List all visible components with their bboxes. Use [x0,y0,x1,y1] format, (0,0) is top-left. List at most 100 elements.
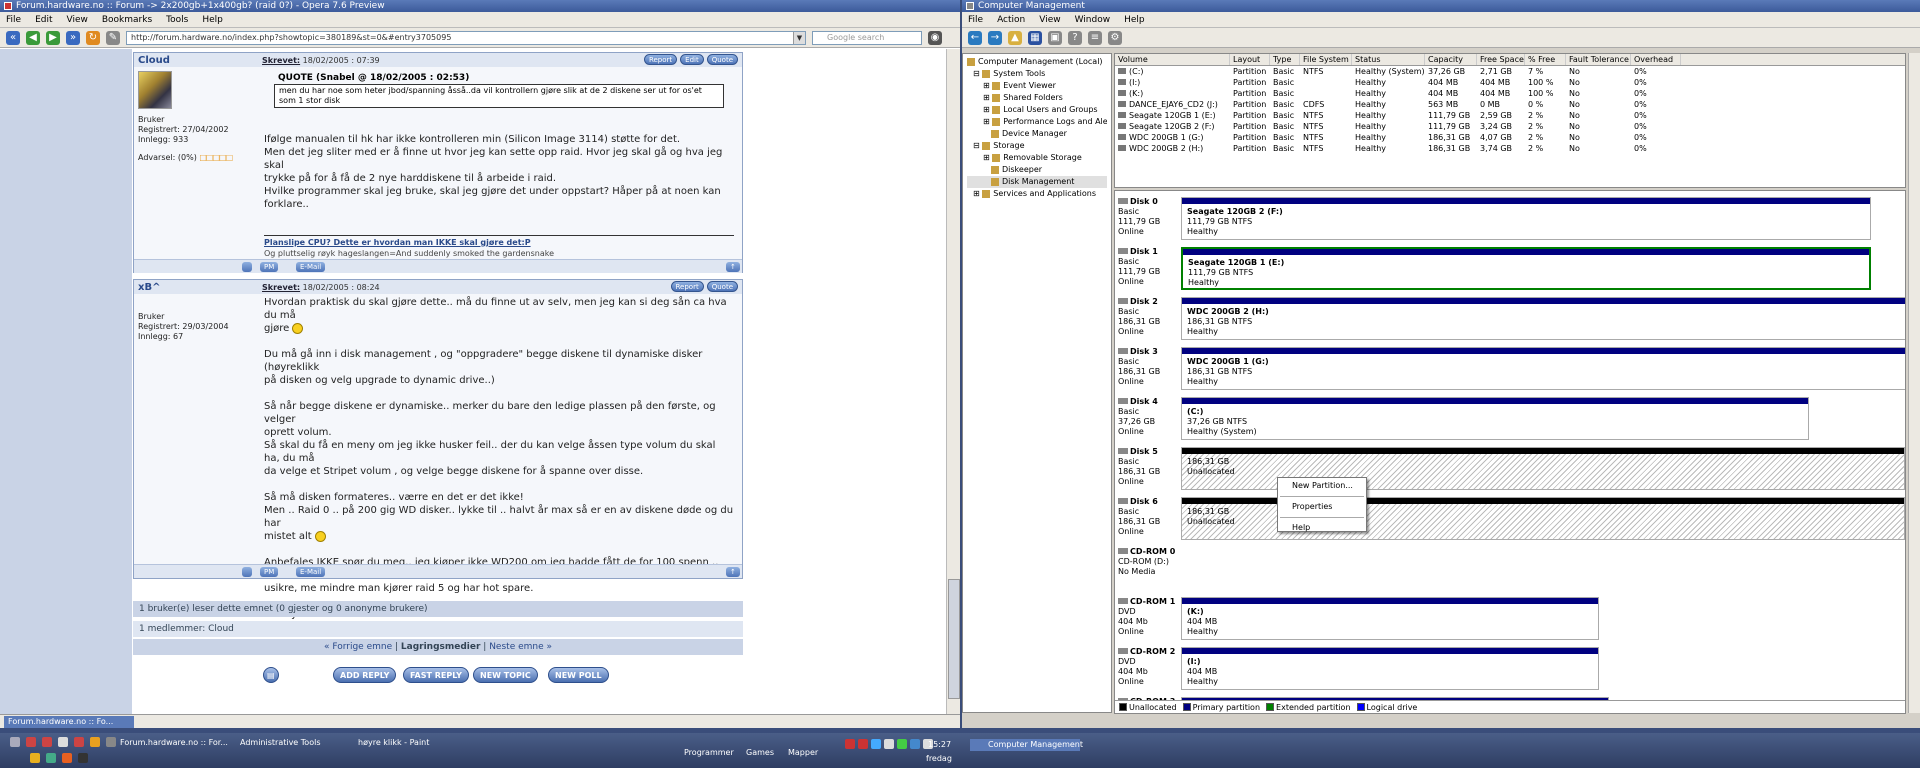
volume-row[interactable]: (C:) Partition Basic NTFS Healthy (System) 37… [1115,66,1905,77]
edit-icon[interactable]: ✎ [106,30,120,45]
disk-label[interactable]: CD-ROM 0 CD-ROM (D:) No Media [1118,547,1180,577]
disk-row[interactable]: Disk 2 Basic 186,31 GB Online WDC 200GB 2 (H… [1115,295,1905,345]
pm-button[interactable]: PM [260,262,279,272]
col-pct-free[interactable]: % Free [1525,54,1566,65]
disk-label[interactable]: Disk 5 Basic 186,31 GB Online [1118,447,1180,487]
quicklaunch-icon[interactable] [90,737,100,747]
tray-icon[interactable] [858,739,868,749]
opera-tab[interactable]: Forum.hardware.no :: Fo... [4,716,134,728]
disk-row[interactable]: CD-ROM 1 DVD 404 Mb Online (K:) 404 MB Healthy [1115,595,1905,645]
menu-tools[interactable]: Tools [166,15,188,25]
profile-icon[interactable] [242,262,253,272]
email-button[interactable]: E-Mail [296,567,326,577]
top-arrow-icon[interactable]: ↑ [726,262,740,272]
report-button[interactable]: Report [670,281,704,292]
tree-shared-folders[interactable]: ⊞ Shared Folders [967,92,1107,104]
disk-label[interactable]: Disk 4 Basic 37,26 GB Online [1118,397,1180,437]
quote-button[interactable]: Quote [706,281,738,292]
quicklaunch-icon[interactable] [74,737,84,747]
disk-row[interactable]: Disk 3 Basic 186,31 GB Online WDC 200GB 1 (G… [1115,345,1905,395]
taskbar-games[interactable]: Games [746,747,774,759]
fast-forward-icon[interactable]: » [66,30,80,45]
tree-storage[interactable]: ⊟ Storage [967,140,1107,152]
search-input[interactable]: Google search [812,30,922,45]
col-overhead[interactable]: Overhead [1631,54,1681,65]
quicklaunch-icon[interactable] [30,753,40,763]
quicklaunch-icon[interactable] [106,737,116,747]
quicklaunch-icon[interactable] [58,737,68,747]
taskbar-item-paint[interactable]: høyre klikk - Paint [358,737,429,749]
tray-icon[interactable] [845,739,855,749]
col-volume[interactable]: Volume [1115,54,1230,65]
disk-label[interactable]: Disk 2 Basic 186,31 GB Online [1118,297,1180,337]
disk-label[interactable]: Disk 3 Basic 186,31 GB Online [1118,347,1180,387]
disk-label[interactable]: CD-ROM 2 DVD 404 Mb Online [1118,647,1180,687]
post-username[interactable]: xB^ [134,282,262,293]
disk-row[interactable]: Disk 6 Basic 186,31 GB Online 186,31 GB Unall… [1115,495,1905,545]
disk-row[interactable]: CD-ROM 2 DVD 404 Mb Online (I:) 404 MB Healthy [1115,645,1905,695]
show-tree-icon[interactable]: ▦ [1028,30,1042,45]
volume-row[interactable]: DANCE_EJAY6_CD2 (J:) Partition Basic CDFS He… [1115,99,1905,110]
cm-menu-help[interactable]: Help [1124,15,1145,25]
tree-removable-storage[interactable]: ⊞ Removable Storage [967,152,1107,164]
signature-link[interactable]: Planslipe CPU? Dette er hvordan man IKKE… [264,238,734,247]
partition-block[interactable]: (I:) 404 MB Healthy [1181,647,1599,690]
tray-icon[interactable] [910,739,920,749]
quicklaunch-icon[interactable] [78,753,88,763]
tree-diskeeper[interactable]: Diskeeper [967,164,1107,176]
post-username[interactable]: Cloud [134,55,262,66]
taskbar-mapper[interactable]: Mapper [788,747,818,759]
context-new-partition[interactable]: New Partition... [1278,478,1366,494]
quicklaunch-icon[interactable] [62,753,72,763]
address-bar[interactable]: http://forum.hardware.no/index.php?showt… [126,30,806,45]
tray-icon[interactable] [897,739,907,749]
new-poll-button[interactable]: NEW POLL [548,667,609,683]
menu-edit[interactable]: Edit [35,15,52,25]
tree-services[interactable]: ⊞ Services and Applications [967,188,1107,200]
volume-row[interactable]: WDC 200GB 2 (H:) Partition Basic NTFS Health… [1115,143,1905,154]
col-fault-tolerance[interactable]: Fault Tolerance [1566,54,1631,65]
quicklaunch-icon[interactable] [46,753,56,763]
menu-help[interactable]: Help [202,15,223,25]
volume-row[interactable]: Seagate 120GB 2 (F:) Partition Basic NTFS He… [1115,121,1905,132]
tree-performance-logs[interactable]: ⊞ Performance Logs and Alerts [967,116,1107,128]
help-icon[interactable]: ? [1068,30,1082,45]
category-link[interactable]: Lagringsmedier [401,642,481,652]
print-icon[interactable]: ▤ [263,667,279,683]
col-free-space[interactable]: Free Space [1477,54,1525,65]
tree-local-users[interactable]: ⊞ Local Users and Groups [967,104,1107,116]
disk-label[interactable]: CD-ROM 1 DVD 404 Mb Online [1118,597,1180,637]
tree-event-viewer[interactable]: ⊞ Event Viewer [967,80,1107,92]
disk-row[interactable]: Disk 1 Basic 111,79 GB Online Seagate 120GB … [1115,245,1905,295]
quicklaunch-icon[interactable] [42,737,52,747]
partition-block[interactable]: Seagate 120GB 2 (F:) 111,79 GB NTFS Health… [1181,197,1871,240]
cm-menu-action[interactable]: Action [997,15,1025,25]
report-button[interactable]: Report [643,54,678,65]
add-reply-button[interactable]: ADD REPLY [333,667,397,683]
disk-label[interactable]: Disk 0 Basic 111,79 GB Online [1118,197,1180,237]
menu-file[interactable]: File [6,15,21,25]
partition-block[interactable]: WDC 200GB 1 (G:) 186,31 GB NTFS Healthy [1181,347,1905,390]
profile-icon[interactable] [242,567,253,577]
top-arrow-icon[interactable]: ↑ [726,567,740,577]
quicklaunch-icon[interactable] [26,737,36,747]
email-button[interactable]: E-Mail [296,262,326,272]
menu-view[interactable]: View [67,15,88,25]
scrollbar-thumb[interactable] [948,579,960,699]
new-topic-button[interactable]: NEW TOPIC [473,667,538,683]
tree-system-tools[interactable]: ⊟ System Tools [967,68,1107,80]
disk-label[interactable]: Disk 1 Basic 111,79 GB Online [1118,247,1180,287]
cm-menu-window[interactable]: Window [1075,15,1111,25]
cm-menu-file[interactable]: File [968,15,983,25]
partition-block[interactable]: Seagate 120GB 1 (E:) 111,79 GB NTFS Health… [1181,247,1871,290]
partition-block[interactable]: (C:) 37,26 GB NTFS Healthy (System) [1181,397,1809,440]
rewind-icon[interactable]: « [6,30,20,45]
next-topic-link[interactable]: Neste emne » [489,642,552,652]
taskbar-item-admin-tools[interactable]: Administrative Tools [240,737,320,749]
edit-button[interactable]: Edit [680,54,704,65]
prev-topic-link[interactable]: « Forrige emne [324,642,392,652]
col-layout[interactable]: Layout [1230,54,1270,65]
back-icon[interactable]: ← [968,30,982,45]
taskbar-item-computer-management[interactable]: Computer Management [970,739,1083,751]
tree-computer-management[interactable]: Computer Management (Local) [967,56,1107,68]
